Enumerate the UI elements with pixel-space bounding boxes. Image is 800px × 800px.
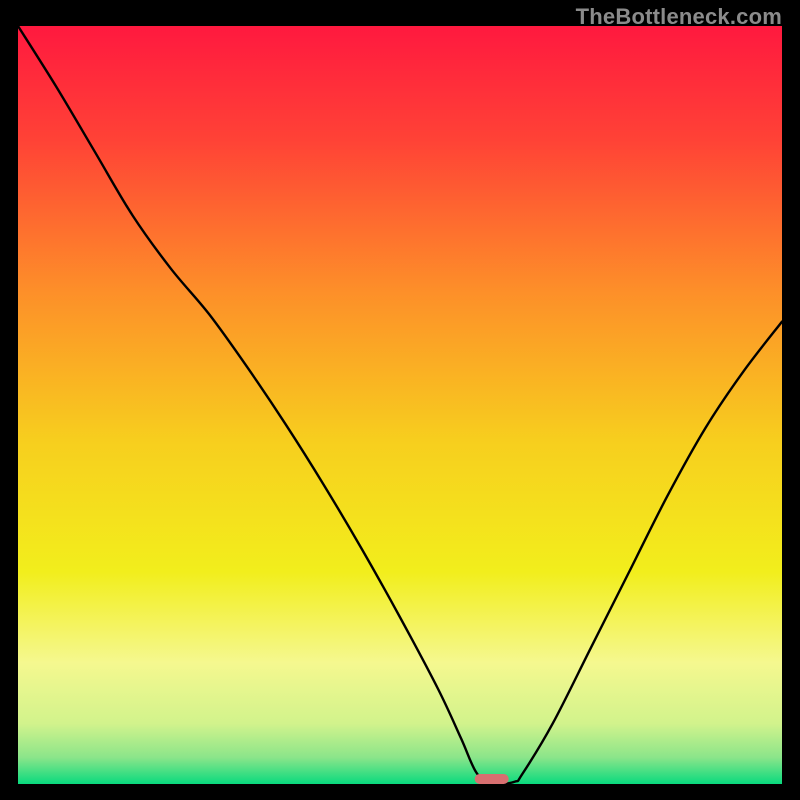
- chart-background: [18, 26, 782, 784]
- bottleneck-chart: [18, 26, 782, 784]
- chart-frame: TheBottleneck.com: [0, 0, 800, 800]
- optimum-marker: [475, 774, 509, 784]
